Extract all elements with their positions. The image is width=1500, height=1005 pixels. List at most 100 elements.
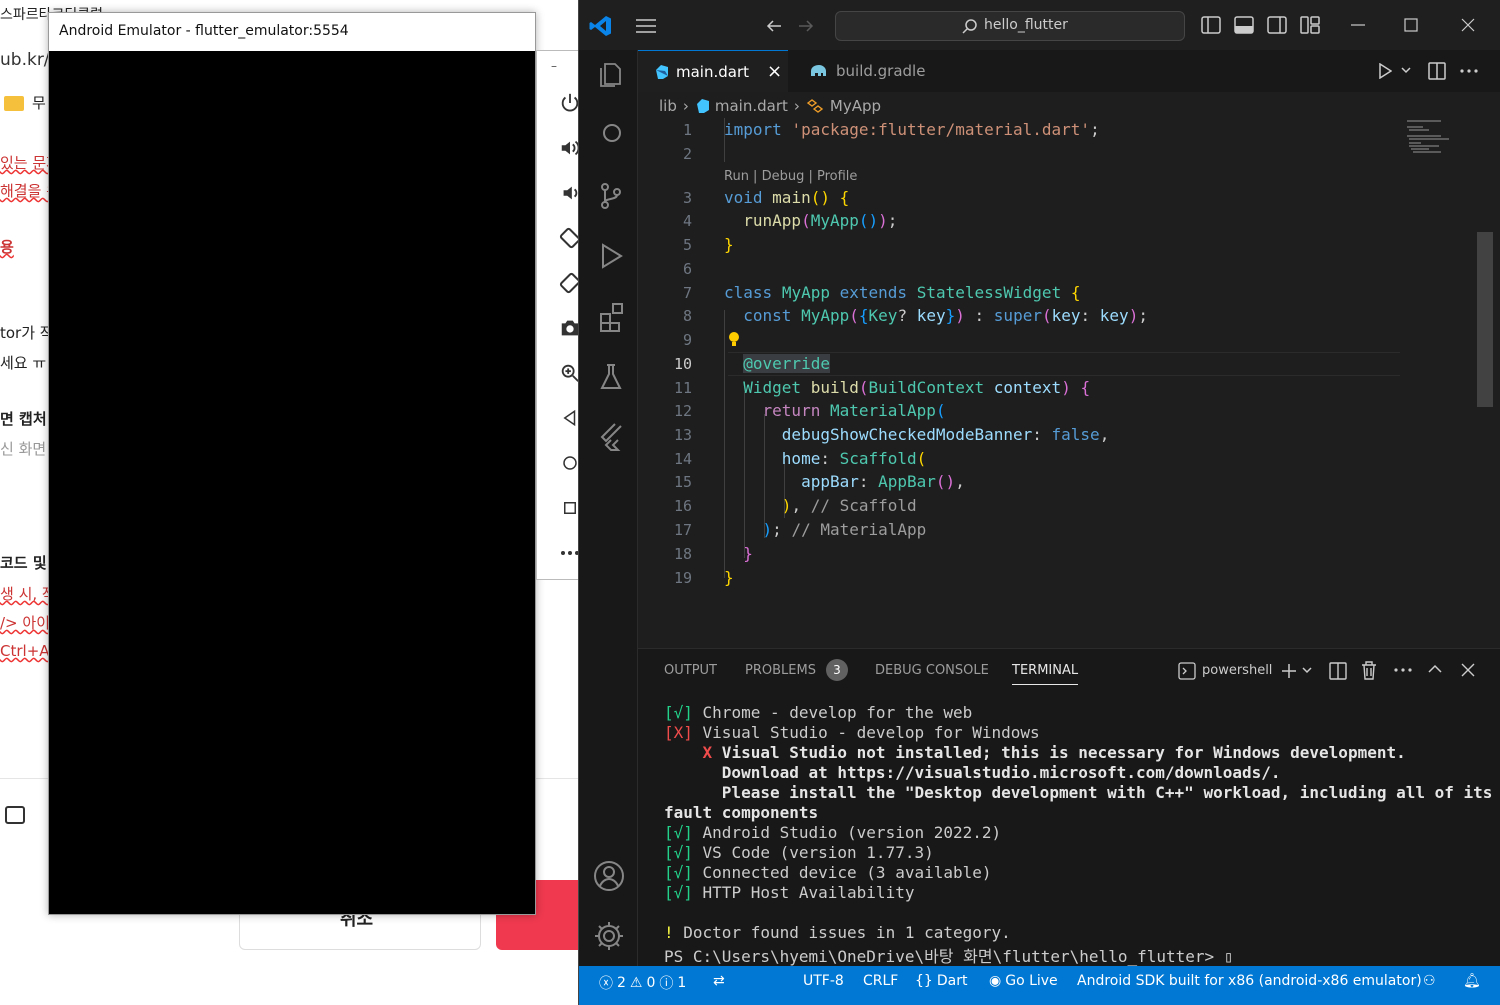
code-line: return MaterialApp( [762,401,946,420]
testing-icon[interactable] [599,362,623,392]
terminal-mark: [X] [664,723,693,742]
tab-close-icon[interactable]: × [767,61,782,82]
code-line: ), // Scaffold [781,496,917,515]
close-window-icon[interactable] [1461,18,1475,32]
code-editor[interactable]: 1 import 'package:flutter/material.dart'… [638,118,1478,648]
terminal-line: PS C:\Users\hyemi\OneDrive\바탕 화면\flutter… [664,943,1233,967]
run-debug-icon[interactable] [599,242,623,270]
browser-text: 용 [0,238,14,256]
browser-text-line: /> 아이 [0,612,50,633]
panel-tab-debug-console[interactable]: DEBUG CONSOLE [875,663,989,678]
split-editor-icon[interactable] [1428,62,1446,80]
warning-icon: ⚠ [629,975,643,991]
terminal-shell-icon [1178,662,1196,680]
terminal-mark: [√] [664,843,693,862]
new-terminal-icon[interactable] [1280,662,1298,680]
line-number: 16 [673,497,692,515]
terminal-shell-name[interactable]: powershell [1202,663,1272,678]
toggle-secondary-sidebar-icon[interactable] [1267,16,1287,34]
encoding-status[interactable]: UTF-8 [803,973,844,989]
terminal-mark: [√] [664,823,693,842]
line-number: 18 [673,545,692,563]
editor-tabs-bar: main.dart × build.gradle [638,50,1500,92]
terminal-mark: [√] [664,883,693,902]
bookmark-folder-label[interactable]: 무 [32,92,46,113]
live-share-icon[interactable]: ⇄ [713,973,725,989]
vscode-logo-icon[interactable] [589,14,613,38]
browser-text-line: 세요 ㅠ [0,352,46,373]
emulator-titlebar[interactable]: Android Emulator - flutter_emulator:5554 [49,13,535,51]
settings-gear-icon[interactable] [593,920,625,952]
more-actions-icon[interactable] [1394,668,1412,672]
terminal-line: ! Doctor found issues in 1 category. [664,923,1011,942]
line-number: 12 [673,402,692,420]
activity-bar [579,50,638,966]
accounts-status-icon[interactable]: ⚇ [1423,973,1436,989]
source-control-icon[interactable] [599,182,623,210]
close-panel-icon[interactable] [1461,663,1475,677]
device-status[interactable]: Android SDK built for x86 (android-x86 e… [1077,973,1422,989]
emulator-minimize-button[interactable]: – [551,59,557,73]
customize-layout-icon[interactable] [1300,16,1320,34]
flutter-icon[interactable] [599,422,623,452]
chevron-down-icon[interactable] [1302,667,1312,675]
panel-tab-terminal[interactable]: TERMINAL [1012,663,1079,685]
code-line: home: Scaffold( [781,449,927,468]
accounts-icon[interactable] [593,860,625,892]
line-number: 13 [673,426,692,444]
image-icon[interactable] [5,806,25,824]
browser-text: 코드 및 [0,554,47,572]
line-number: 4 [682,212,692,230]
menu-icon[interactable] [635,18,657,34]
extensions-icon[interactable] [599,302,625,332]
toggle-sidebar-icon[interactable] [1201,16,1221,34]
run-file-icon[interactable] [1378,63,1392,79]
problems-status[interactable]: ⓧ 2 ⚠ 0 ⓘ 1 [599,973,686,993]
browser-text-line: 면 캡처 [0,408,47,429]
notifications-bell-icon[interactable]: 🔔︎ [1463,973,1481,989]
error-icon: ⓧ [599,976,613,992]
panel-tab-output[interactable]: OUTPUT [664,663,717,678]
terminal-text: Visual Studio - develop for Windows [692,723,1040,742]
browser-text: 세요 ㅠ [0,354,47,372]
toggle-panel-icon[interactable] [1234,16,1254,34]
terminal-mark: [√] [664,703,693,722]
tab-build-gradle[interactable]: build.gradle [790,50,948,92]
eol-status[interactable]: CRLF [863,973,898,989]
vscode-window: hello_flutter main.dart × build.gradle l… [578,0,1500,1005]
line-number: 14 [673,450,692,468]
minimize-icon[interactable] [1351,24,1365,26]
maximize-panel-icon[interactable] [1428,664,1442,674]
search-label: hello_flutter [984,17,1068,33]
code-line: void main() { [724,188,850,207]
tab-label: build.gradle [836,62,926,80]
dart-file-icon [696,99,709,113]
lightbulb-icon[interactable] [728,331,740,347]
command-center-search[interactable]: hello_flutter [835,11,1185,41]
minimap[interactable] [1407,118,1457,158]
language-status[interactable]: {} Dart [915,973,967,989]
breadcrumb-folder[interactable]: lib [659,97,677,115]
breadcrumb-file[interactable]: main.dart [715,97,788,115]
terminal-output[interactable]: [√] Chrome - develop for the web [X] Visu… [638,703,1500,966]
breadcrumb-symbol[interactable]: MyApp [830,97,881,115]
arrow-left-icon[interactable] [765,17,783,35]
terminal-text: Visual Studio not installed; this is nec… [712,743,1406,762]
emulator-screen[interactable] [49,51,535,914]
browser-text-line: tor가 작 [0,322,54,343]
maximize-icon[interactable] [1404,18,1418,32]
browser-text: tor가 작 [0,324,54,342]
editor-scrollbar[interactable] [1477,232,1493,407]
split-terminal-icon[interactable] [1329,662,1347,680]
go-live-status[interactable]: ◉ Go Live [989,973,1058,989]
explorer-icon[interactable] [597,62,623,88]
trash-icon[interactable] [1361,661,1377,680]
line-number: 1 [682,121,692,139]
search-view-icon[interactable] [599,122,623,146]
chevron-down-icon[interactable] [1401,67,1411,75]
tab-main-dart[interactable]: main.dart × [638,50,788,92]
more-actions-icon[interactable] [1460,69,1478,73]
panel-tab-problems[interactable]: PROBLEMS [745,663,816,678]
code-line: runApp(MyApp()); [743,211,898,230]
codelens-run-debug-profile[interactable]: Run | Debug | Profile [724,169,857,184]
